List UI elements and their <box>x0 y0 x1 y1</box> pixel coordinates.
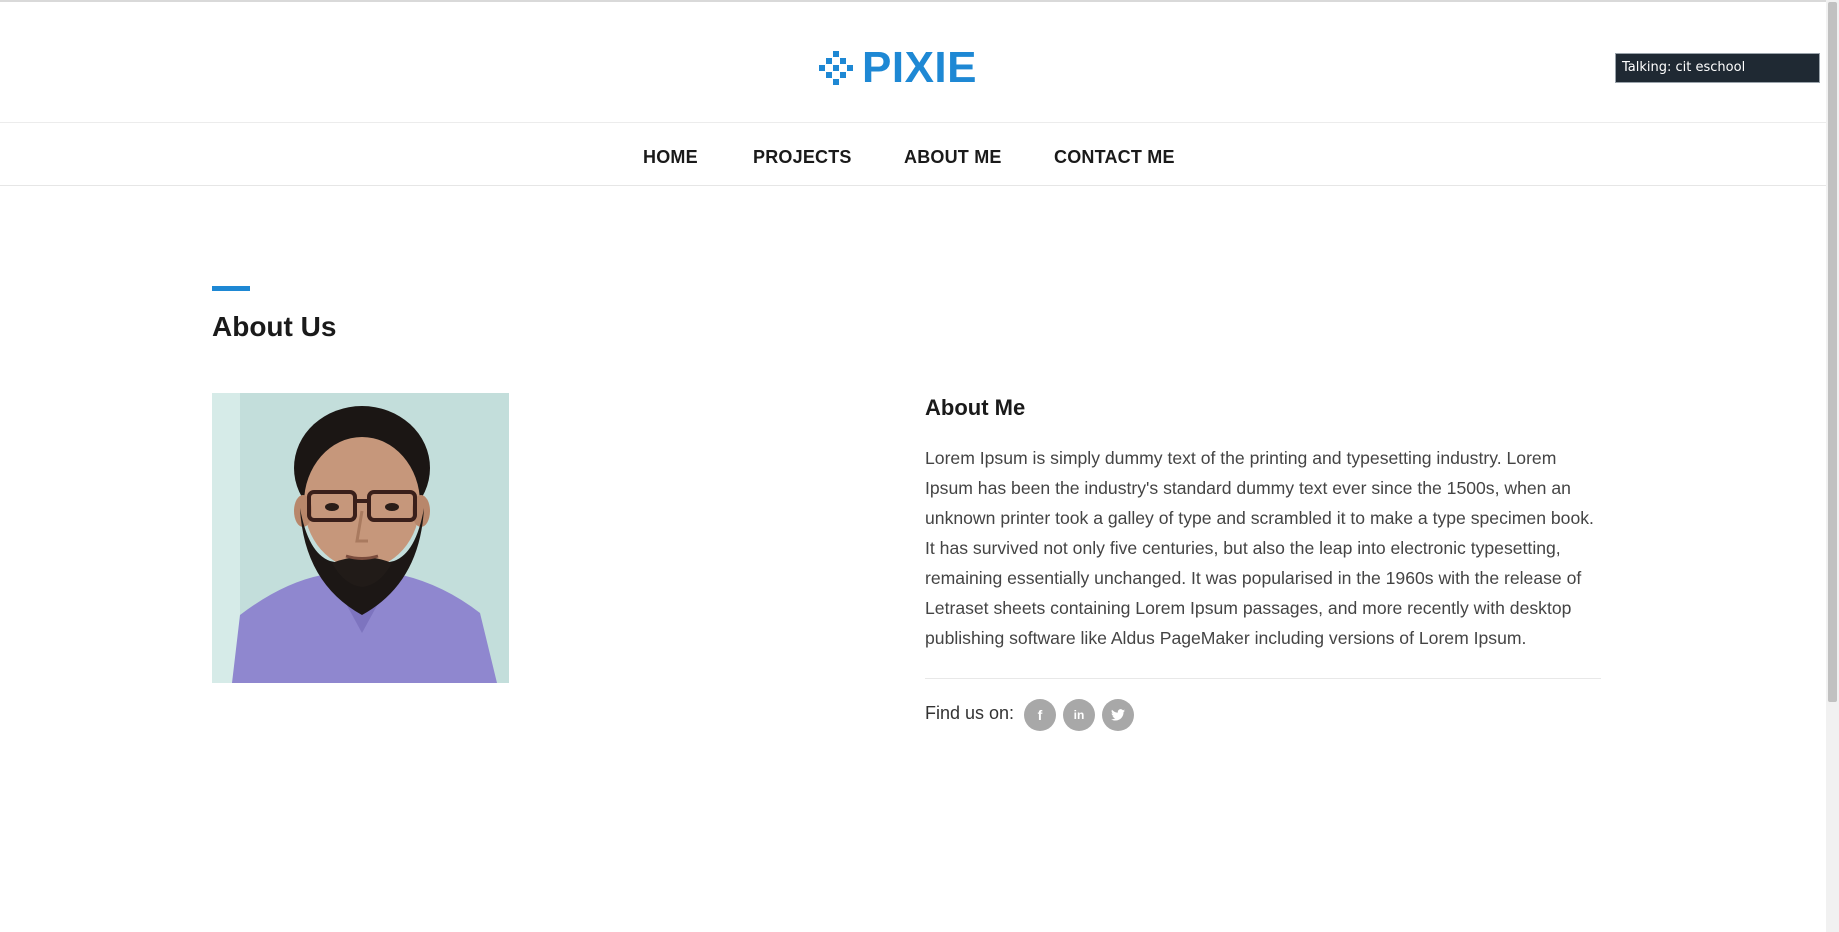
about-me-text: Lorem Ipsum is simply dummy text of the … <box>925 448 1594 648</box>
facebook-icon[interactable]: f <box>1024 699 1056 731</box>
site-logo[interactable]: PIXIE <box>819 46 977 90</box>
pixel-diamond-icon <box>819 51 853 85</box>
profile-portrait-image <box>212 393 509 683</box>
about-me-title: About Me <box>925 395 1026 420</box>
find-us-label: Find us on: <box>925 703 1015 723</box>
twitter-bird-glyph <box>1111 709 1125 721</box>
nav-home[interactable]: HOME <box>643 147 698 168</box>
nav-contact-me[interactable]: CONTACT ME <box>1054 147 1175 168</box>
talking-indicator: Talking: cit eschool <box>1615 53 1820 83</box>
linkedin-icon[interactable]: in <box>1063 699 1095 731</box>
site-header: PIXIE <box>0 2 1826 123</box>
section-accent-bar <box>212 286 250 291</box>
vertical-scrollbar[interactable] <box>1826 0 1839 932</box>
nav-projects[interactable]: PROJECTS <box>753 147 852 168</box>
profile-photo <box>212 393 509 683</box>
section-title: About Us <box>212 311 337 342</box>
twitter-icon[interactable] <box>1102 699 1134 731</box>
linkedin-glyph: in <box>1073 708 1085 722</box>
facebook-glyph: f <box>1037 707 1043 723</box>
nav-about-me[interactable]: ABOUT ME <box>904 147 1002 168</box>
main-nav: HOME PROJECTS ABOUT ME CONTACT ME <box>0 124 1826 186</box>
divider <box>925 678 1601 679</box>
scrollbar-thumb[interactable] <box>1828 2 1837 702</box>
logo-text: PIXIE <box>862 43 977 92</box>
